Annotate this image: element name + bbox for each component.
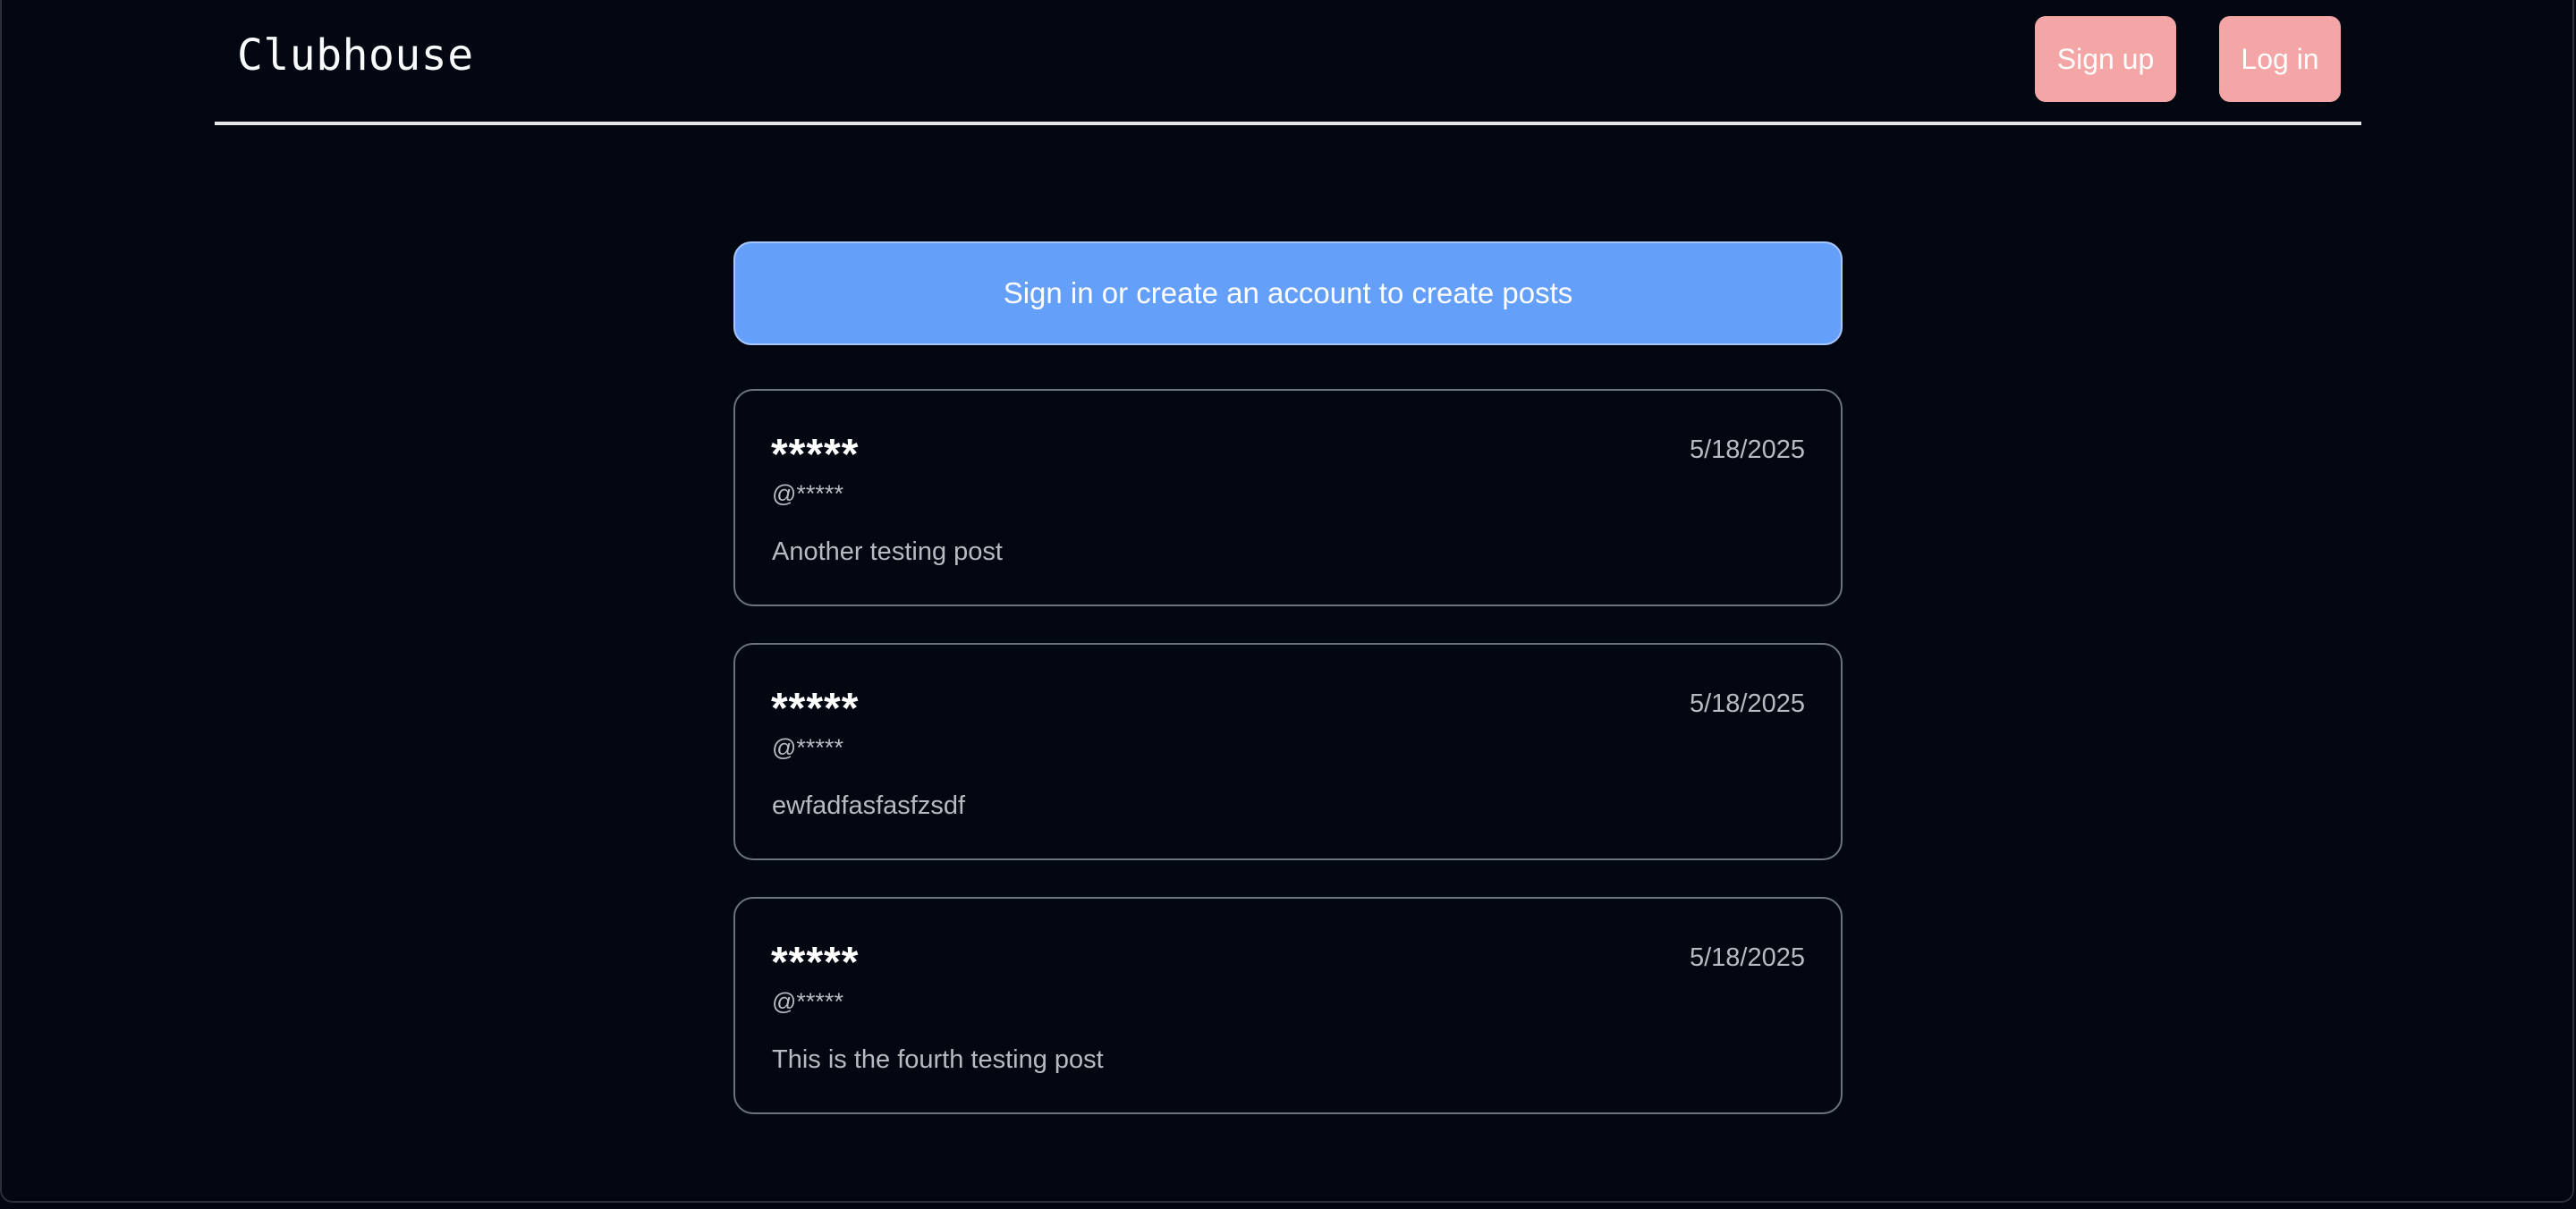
post-date: 5/18/2025 <box>1689 435 1805 464</box>
post-author-handle: @***** <box>772 734 843 761</box>
post-body: This is the fourth testing post <box>772 1045 1104 1074</box>
post-body: ewfadfasfasfzsdf <box>772 791 965 820</box>
post-date: 5/18/2025 <box>1689 943 1805 972</box>
signup-button[interactable]: Sign up <box>2035 16 2176 102</box>
post-author-name: ***** <box>771 431 860 478</box>
post-author-handle: @***** <box>772 480 843 507</box>
posts-feed: Sign in or create an account to create p… <box>733 241 1843 1114</box>
post-card: ***** @***** 5/18/2025 Another testing p… <box>733 389 1843 606</box>
post-body: Another testing post <box>772 537 1003 566</box>
post-card: ***** @***** 5/18/2025 ewfadfasfasfzsdf <box>733 643 1843 860</box>
post-date: 5/18/2025 <box>1689 689 1805 718</box>
post-author-name: ***** <box>771 939 860 986</box>
site-header: Clubhouse Sign up Log in <box>215 0 2361 125</box>
post-author-name: ***** <box>771 685 860 732</box>
post-card: ***** @***** 5/18/2025 This is the fourt… <box>733 897 1843 1114</box>
login-button[interactable]: Log in <box>2219 16 2341 102</box>
create-post-cta-button[interactable]: Sign in or create an account to create p… <box>733 241 1843 345</box>
site-logo[interactable]: Clubhouse <box>237 30 474 80</box>
post-author-handle: @***** <box>772 988 843 1015</box>
